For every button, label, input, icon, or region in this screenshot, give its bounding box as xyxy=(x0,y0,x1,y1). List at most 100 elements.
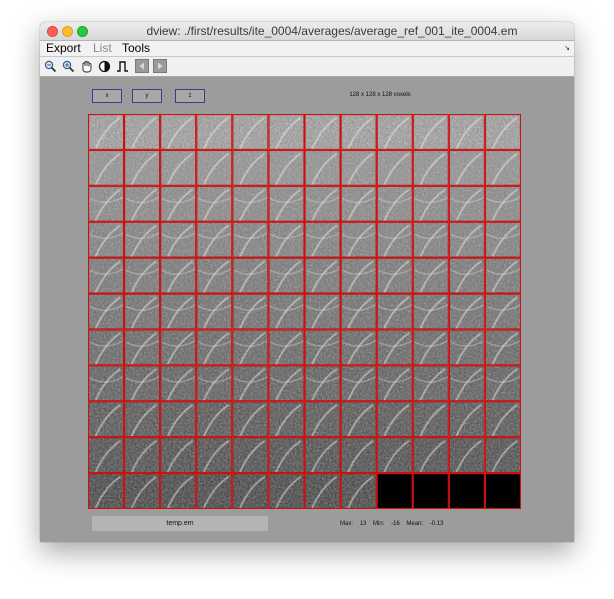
slice-tile[interactable] xyxy=(484,185,522,223)
slice-tile[interactable] xyxy=(268,365,305,402)
zoom-out-icon[interactable] xyxy=(43,59,57,73)
slice-tile[interactable] xyxy=(412,113,449,151)
menu-export[interactable]: Export xyxy=(46,41,81,56)
menu-list[interactable]: List xyxy=(93,41,112,56)
slice-tile[interactable] xyxy=(376,257,414,294)
slice-tile[interactable] xyxy=(196,185,233,223)
slice-tile[interactable] xyxy=(123,365,161,402)
pan-hand-icon[interactable] xyxy=(79,59,93,73)
slice-tile[interactable] xyxy=(376,113,413,151)
slice-tile[interactable] xyxy=(484,437,522,474)
slice-tile[interactable] xyxy=(123,401,161,438)
slice-tile[interactable] xyxy=(448,149,486,187)
slice-tile[interactable] xyxy=(196,293,233,330)
slice-tile[interactable] xyxy=(160,149,197,187)
slice-tile[interactable] xyxy=(448,221,486,259)
slice-tile[interactable] xyxy=(196,365,233,402)
slice-tile[interactable] xyxy=(448,401,486,438)
slice-tile[interactable] xyxy=(160,329,197,366)
slice-tile[interactable] xyxy=(232,472,269,510)
slice-tile[interactable] xyxy=(304,365,341,402)
slice-tile[interactable] xyxy=(340,472,377,510)
slice-tile[interactable] xyxy=(304,293,341,330)
slice-tile[interactable] xyxy=(268,401,305,438)
slice-tile[interactable] xyxy=(232,293,269,330)
slice-tile[interactable] xyxy=(232,257,269,294)
slice-tile[interactable] xyxy=(87,221,125,259)
axis-x-button[interactable]: x xyxy=(92,89,122,103)
slice-tile[interactable] xyxy=(268,472,305,510)
next-icon[interactable] xyxy=(153,59,167,73)
slice-tile[interactable] xyxy=(196,113,233,151)
slice-tile[interactable] xyxy=(160,257,197,294)
slice-tile[interactable] xyxy=(232,149,269,187)
close-window-button[interactable] xyxy=(47,26,58,37)
slice-tile[interactable] xyxy=(87,257,125,294)
slice-tile[interactable] xyxy=(87,113,125,151)
slice-tile[interactable] xyxy=(340,401,377,438)
slice-tile[interactable] xyxy=(268,113,305,151)
slice-tile[interactable] xyxy=(448,185,486,223)
slice-tile[interactable] xyxy=(484,221,522,259)
slice-tile[interactable] xyxy=(448,329,486,366)
threshold-icon[interactable] xyxy=(115,59,129,73)
slice-tile[interactable] xyxy=(376,401,413,438)
slice-tile[interactable] xyxy=(268,221,305,259)
slice-tile[interactable] xyxy=(123,472,161,510)
slice-tile[interactable] xyxy=(87,149,125,187)
menu-dock-arrow-icon[interactable]: ↘ xyxy=(564,44,570,52)
montage-svg[interactable] xyxy=(87,113,522,510)
axis-y-button[interactable]: y xyxy=(132,89,162,103)
slice-tile[interactable] xyxy=(376,185,414,223)
slice-tile[interactable] xyxy=(304,329,341,366)
slice-tile[interactable] xyxy=(448,293,486,330)
slice-tile[interactable] xyxy=(87,329,125,366)
slice-tile[interactable] xyxy=(232,221,269,259)
slice-tile[interactable] xyxy=(412,221,450,259)
slice-tile[interactable] xyxy=(123,293,161,330)
slice-tile[interactable] xyxy=(160,365,197,402)
slice-tile[interactable] xyxy=(123,149,161,187)
slice-tile[interactable] xyxy=(196,221,233,259)
slice-tile[interactable] xyxy=(196,257,233,294)
slice-tile[interactable] xyxy=(304,472,341,510)
slice-tile[interactable] xyxy=(340,293,378,330)
slice-tile[interactable] xyxy=(123,221,161,259)
slice-tile[interactable] xyxy=(484,257,522,294)
slice-tile[interactable] xyxy=(376,221,414,259)
slice-tile[interactable] xyxy=(232,401,269,438)
zoom-window-button[interactable] xyxy=(77,26,88,37)
menu-tools[interactable]: Tools xyxy=(122,41,150,56)
slice-tile[interactable] xyxy=(268,329,305,366)
slice-tile[interactable] xyxy=(196,472,233,510)
slice-tile[interactable] xyxy=(340,149,377,187)
slice-tile[interactable] xyxy=(196,437,233,474)
slice-tile[interactable] xyxy=(232,329,269,366)
slice-tile[interactable] xyxy=(304,401,341,438)
slice-tile[interactable] xyxy=(340,365,378,402)
slice-tile[interactable] xyxy=(123,113,161,151)
slice-tile[interactable] xyxy=(340,185,378,223)
slice-tile[interactable] xyxy=(232,365,269,402)
slice-tile[interactable] xyxy=(196,149,233,187)
slice-tile[interactable] xyxy=(484,293,522,330)
slice-tile[interactable] xyxy=(448,257,486,294)
filename-field[interactable]: temp.em xyxy=(92,516,268,531)
slice-tile[interactable] xyxy=(376,149,413,187)
slice-tile[interactable] xyxy=(160,472,197,510)
previous-icon[interactable] xyxy=(135,59,149,73)
slice-tile[interactable] xyxy=(448,113,486,151)
slice-tile[interactable] xyxy=(448,472,486,510)
slice-tile[interactable] xyxy=(340,221,378,259)
slice-tile[interactable] xyxy=(160,113,197,151)
contrast-icon[interactable] xyxy=(97,59,111,73)
slice-tile[interactable] xyxy=(160,221,197,259)
slice-tile[interactable] xyxy=(268,293,305,330)
axis-z-button[interactable]: z xyxy=(175,89,205,103)
slice-tile[interactable] xyxy=(232,185,269,223)
slice-tile[interactable] xyxy=(484,329,522,366)
slice-tile[interactable] xyxy=(412,185,450,223)
slice-tile[interactable] xyxy=(340,329,378,366)
minimize-window-button[interactable] xyxy=(62,26,73,37)
slice-tile[interactable] xyxy=(376,472,413,510)
